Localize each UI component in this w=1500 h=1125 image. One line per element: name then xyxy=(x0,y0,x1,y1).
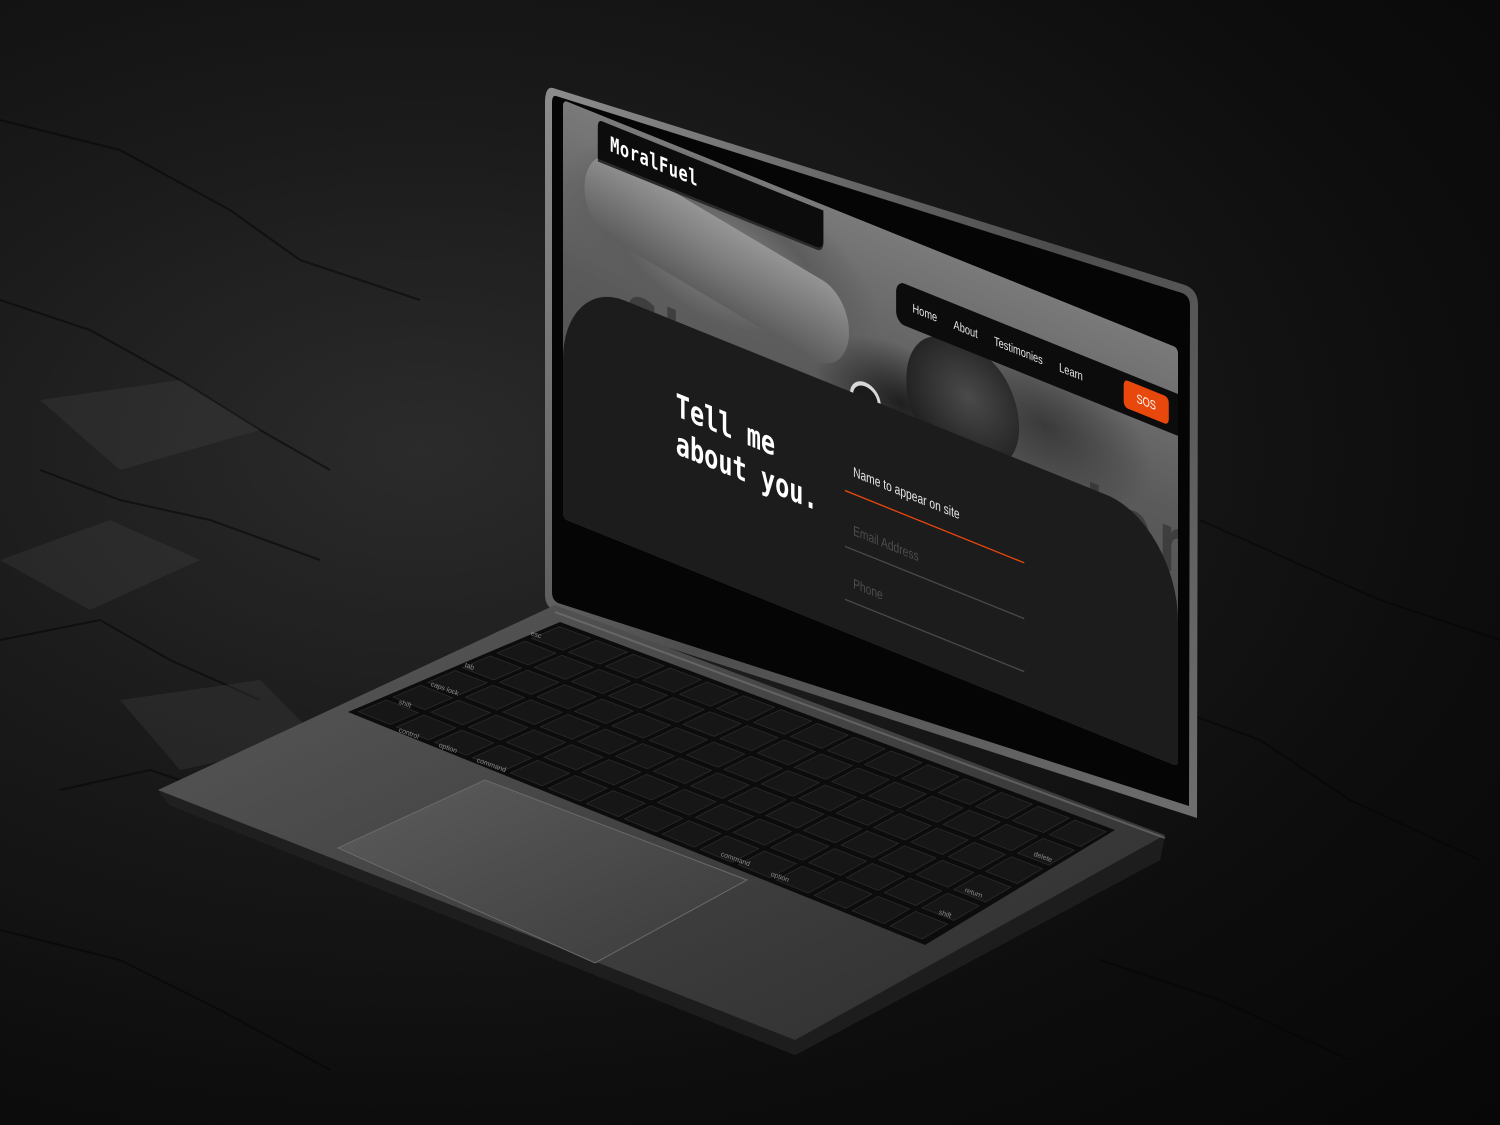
nav-about[interactable]: About xyxy=(954,317,978,341)
nav-testimonies[interactable]: Testimonies xyxy=(994,334,1043,368)
nav-home[interactable]: Home xyxy=(913,301,938,325)
form-heading: Tell me about you. xyxy=(675,388,818,520)
nav-learn[interactable]: Learn xyxy=(1059,360,1083,383)
phone-field-placeholder: Phone xyxy=(853,576,883,605)
scene: esc tab caps lock shift control option c… xyxy=(0,0,1500,1125)
name-field-label: Name to appear on site xyxy=(853,465,960,524)
email-field-placeholder: Email Address xyxy=(853,523,919,566)
